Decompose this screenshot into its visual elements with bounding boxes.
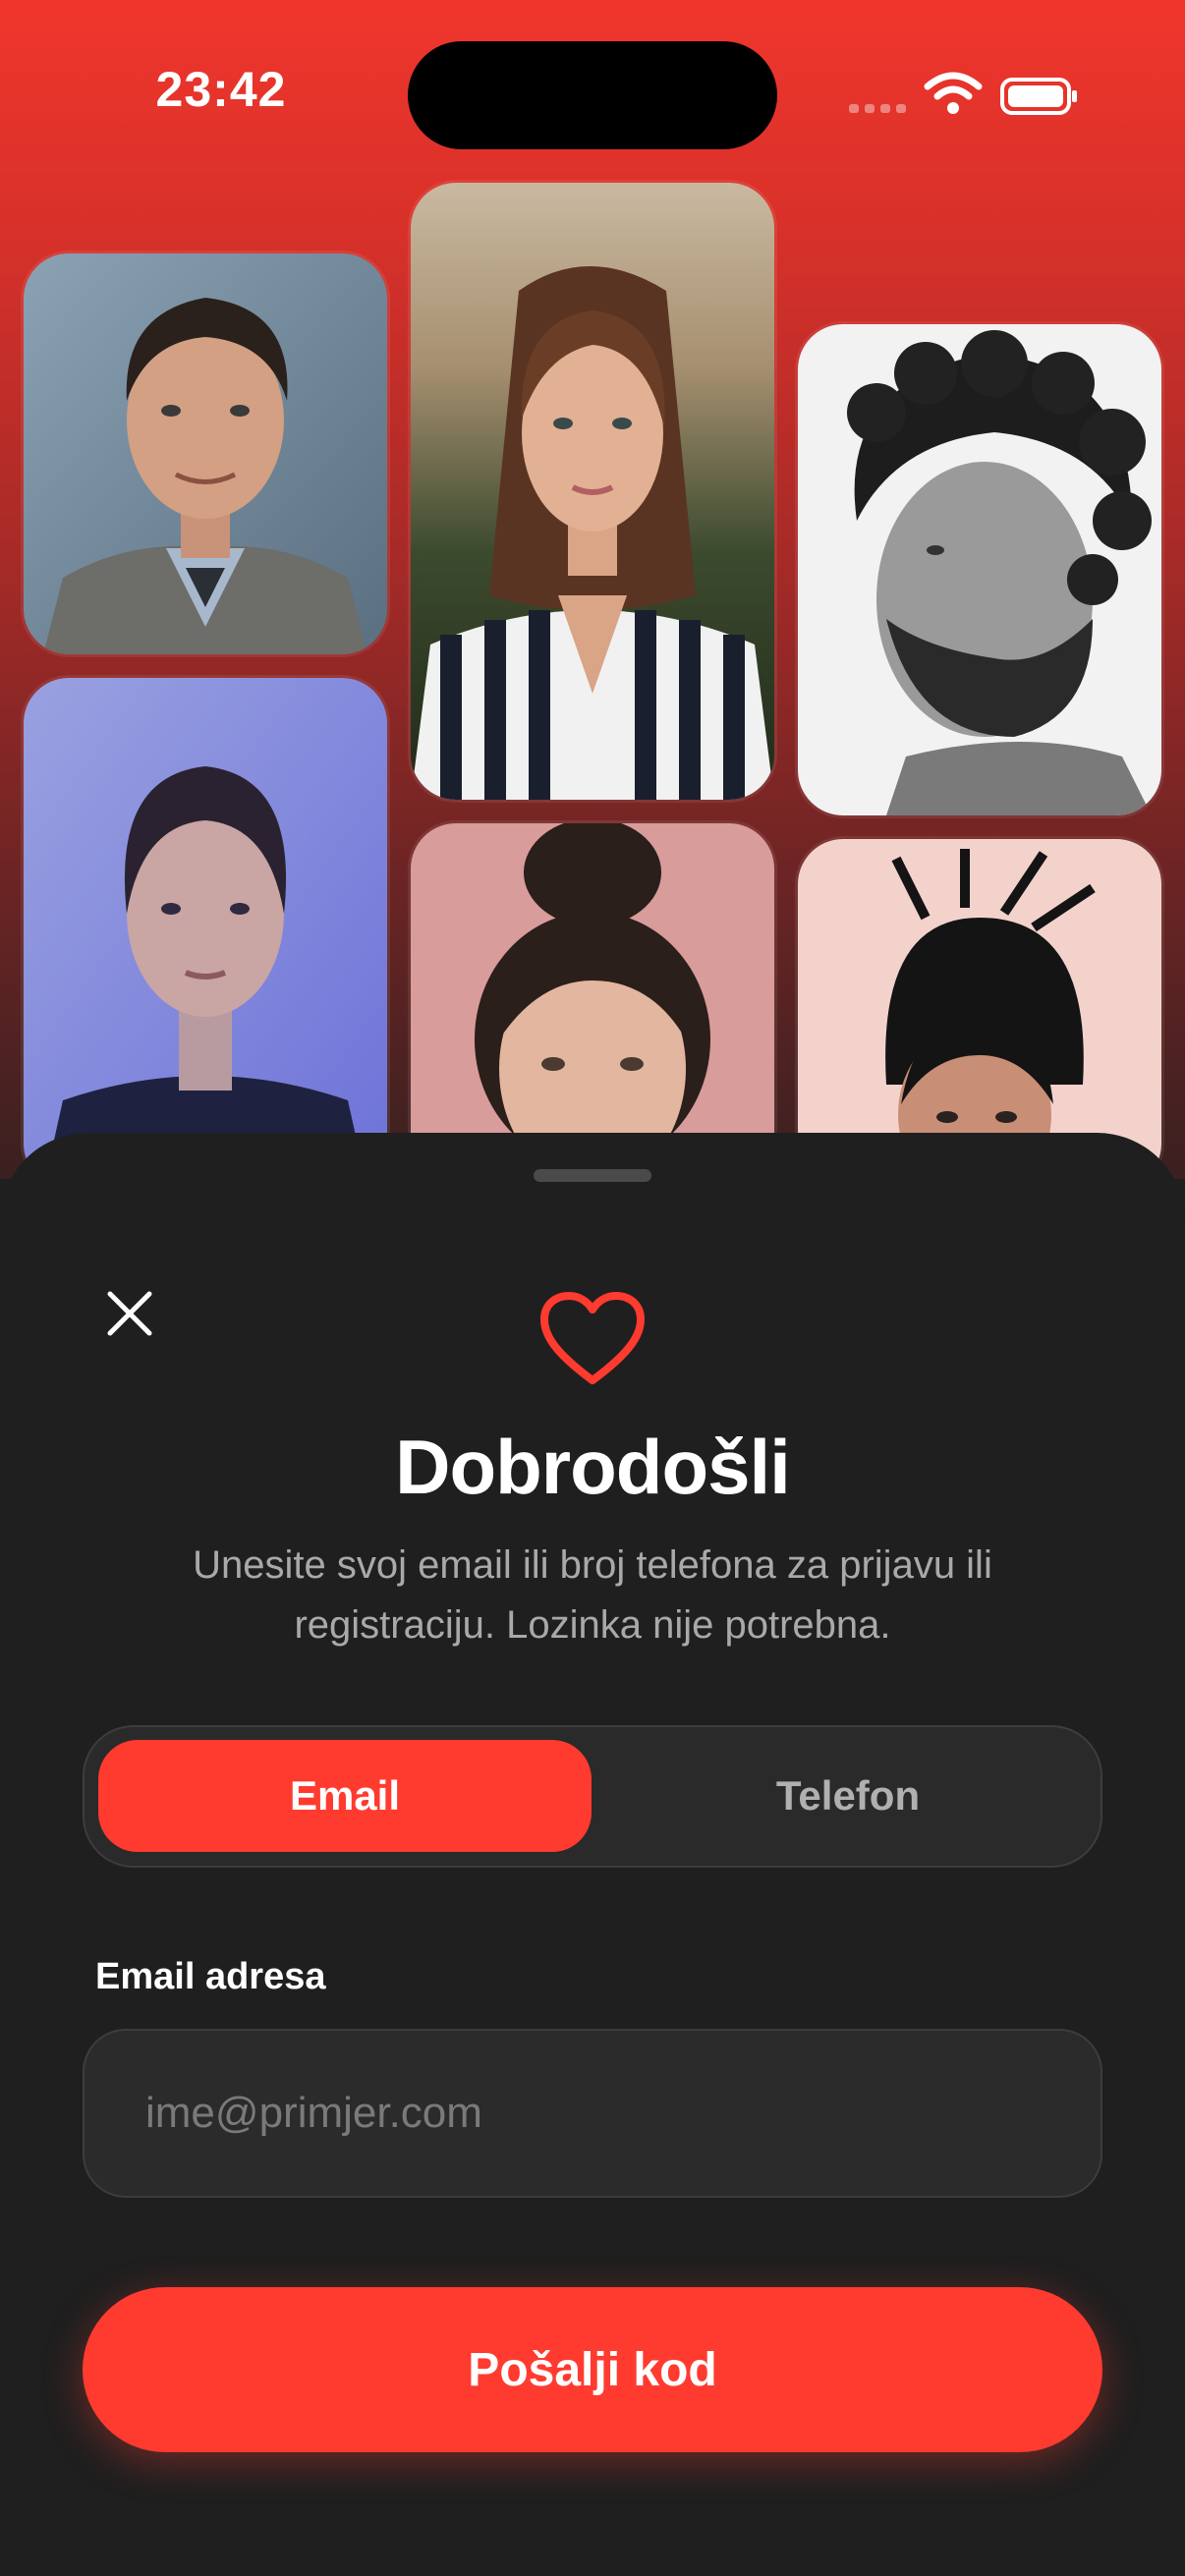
email-field[interactable] [83, 2029, 1102, 2198]
profile-photo-2 [411, 183, 774, 800]
close-icon[interactable] [98, 1282, 161, 1345]
send-code-button[interactable]: Pošalji kod [83, 2287, 1102, 2452]
profile-photo-5 [411, 823, 774, 1179]
profile-photo-1 [24, 253, 387, 654]
hero-background: 23:42 [0, 0, 1185, 1179]
sheet-grabber[interactable] [534, 1169, 651, 1182]
battery-icon [1000, 78, 1077, 115]
cellular-signal-icon [849, 104, 906, 113]
profile-photo-3 [798, 324, 1161, 815]
wifi-icon [924, 72, 983, 114]
login-method-segmented-control: Email Telefon [83, 1725, 1102, 1868]
page-subtitle: Unesite svoj email ili broj telefona za … [193, 1543, 992, 1647]
profile-photo-4 [24, 678, 387, 1179]
profile-photo-6 [798, 839, 1161, 1179]
heart-icon [540, 1292, 645, 1384]
dynamic-island [408, 41, 777, 149]
page-title: Dobrodošli [395, 1424, 791, 1510]
email-field-label: Email adresa [95, 1956, 326, 1997]
segment-phone[interactable]: Telefon [605, 1740, 1091, 1852]
segment-email[interactable]: Email [98, 1740, 592, 1852]
status-bar: 23:42 [0, 0, 1185, 177]
status-time: 23:42 [155, 62, 287, 117]
